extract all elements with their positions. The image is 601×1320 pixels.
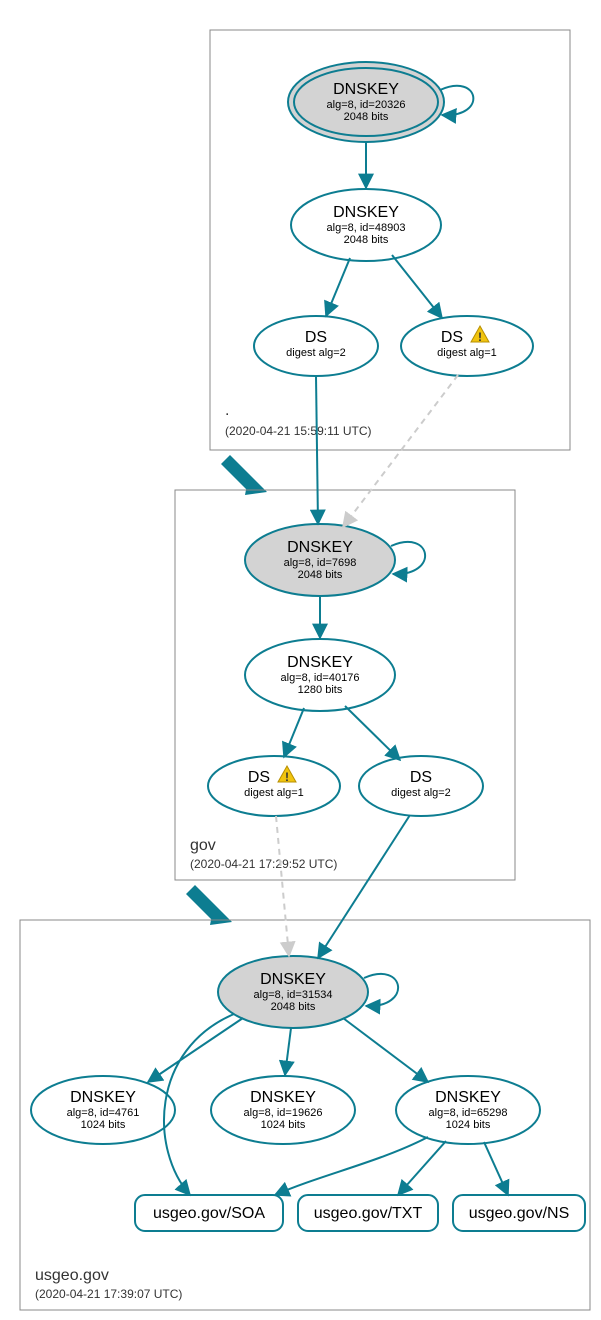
zone-root-ts: (2020-04-21 15:59:11 UTC) <box>225 424 372 438</box>
zone-usgeo-ts: (2020-04-21 17:39:07 UTC) <box>35 1287 182 1301</box>
edge-root-zsk-ds2 <box>326 258 350 316</box>
svg-text:alg=8, id=40176: alg=8, id=40176 <box>281 672 360 684</box>
node-rr-ns: usgeo.gov/NS <box>453 1195 585 1231</box>
node-gov-ds2: DS digest alg=2 <box>359 756 483 816</box>
node-usgeo-k3: DNSKEY alg=8, id=65298 1024 bits <box>396 1076 540 1144</box>
zone-gov: gov (2020-04-21 17:29:52 UTC) DNSKEY alg… <box>175 490 515 880</box>
edge-rootds1-govksk <box>343 375 458 527</box>
zone-usgeo-name: usgeo.gov <box>35 1267 109 1284</box>
node-root-ds2: DS digest alg=2 <box>254 316 378 376</box>
edge-gov-zsk-ds1 <box>284 708 304 757</box>
zone-gov-ts: (2020-04-21 17:29:52 UTC) <box>190 857 337 871</box>
edge-root-zsk-ds1 <box>392 255 442 318</box>
edge-k3-txt <box>398 1141 446 1195</box>
zone-root-name: . <box>225 402 229 419</box>
node-rr-soa: usgeo.gov/SOA <box>135 1195 283 1231</box>
svg-text:DNSKEY: DNSKEY <box>333 204 399 221</box>
svg-text:2048 bits: 2048 bits <box>298 569 343 581</box>
svg-text:alg=8, id=31534: alg=8, id=31534 <box>254 989 333 1001</box>
svg-text:digest alg=2: digest alg=2 <box>286 347 346 359</box>
svg-text:alg=8, id=48903: alg=8, id=48903 <box>327 222 406 234</box>
svg-text:digest alg=1: digest alg=1 <box>244 787 304 799</box>
node-root-ds1: DS digest alg=1 ! <box>401 316 533 376</box>
svg-text:DNSKEY: DNSKEY <box>435 1089 501 1106</box>
svg-text:alg=8, id=4761: alg=8, id=4761 <box>67 1107 140 1119</box>
svg-text:DNSKEY: DNSKEY <box>250 1089 316 1106</box>
edge-usgeo-ksk-k2 <box>285 1028 291 1075</box>
edge-root-ksk-self <box>440 86 473 115</box>
svg-text:usgeo.gov/SOA: usgeo.gov/SOA <box>153 1205 265 1222</box>
node-gov-zsk: DNSKEY alg=8, id=40176 1280 bits <box>245 639 395 711</box>
svg-text:1024 bits: 1024 bits <box>81 1119 126 1131</box>
svg-text:digest alg=1: digest alg=1 <box>437 347 497 359</box>
svg-text:DS: DS <box>248 769 270 786</box>
svg-text:digest alg=2: digest alg=2 <box>391 787 451 799</box>
zone-gov-name: gov <box>190 837 216 854</box>
edge-govds1-usgeoksk <box>276 816 289 956</box>
svg-text:!: ! <box>478 330 482 344</box>
svg-text:2048 bits: 2048 bits <box>344 111 389 123</box>
svg-text:DNSKEY: DNSKEY <box>260 971 326 988</box>
edge-usgeo-ksk-self <box>364 974 398 1006</box>
zone-usgeo: usgeo.gov (2020-04-21 17:39:07 UTC) DNSK… <box>20 920 590 1310</box>
dnssec-diagram: . (2020-04-21 15:59:11 UTC) DNSKEY alg=8… <box>0 0 601 1320</box>
node-rr-txt: usgeo.gov/TXT <box>298 1195 438 1231</box>
svg-text:2048 bits: 2048 bits <box>344 234 389 246</box>
svg-text:DS: DS <box>441 329 463 346</box>
edge-usgeo-ksk-k3 <box>343 1018 428 1082</box>
svg-text:alg=8, id=7698: alg=8, id=7698 <box>284 557 357 569</box>
svg-text:DNSKEY: DNSKEY <box>70 1089 136 1106</box>
svg-text:1024 bits: 1024 bits <box>446 1119 491 1131</box>
svg-text:2048 bits: 2048 bits <box>271 1001 316 1013</box>
zone-arrow-root-gov <box>221 455 267 495</box>
svg-text:DS: DS <box>305 329 327 346</box>
edge-k3-ns <box>484 1142 508 1195</box>
edge-govds2-usgeoksk <box>318 815 410 958</box>
edge-usgeo-ksk-k1 <box>148 1018 243 1082</box>
svg-text:alg=8, id=19626: alg=8, id=19626 <box>244 1107 323 1119</box>
svg-text:usgeo.gov/TXT: usgeo.gov/TXT <box>314 1205 423 1222</box>
node-usgeo-ksk: DNSKEY alg=8, id=31534 2048 bits <box>218 956 368 1028</box>
node-usgeo-k1: DNSKEY alg=8, id=4761 1024 bits <box>31 1076 175 1144</box>
svg-text:DNSKEY: DNSKEY <box>333 81 399 98</box>
svg-text:alg=8, id=65298: alg=8, id=65298 <box>429 1107 508 1119</box>
svg-text:!: ! <box>285 770 289 784</box>
svg-text:alg=8, id=20326: alg=8, id=20326 <box>327 99 406 111</box>
node-root-zsk: DNSKEY alg=8, id=48903 2048 bits <box>291 189 441 261</box>
svg-text:1280 bits: 1280 bits <box>298 684 343 696</box>
svg-text:usgeo.gov/NS: usgeo.gov/NS <box>469 1205 570 1222</box>
node-root-ksk: DNSKEY alg=8, id=20326 2048 bits <box>288 62 444 142</box>
node-gov-ksk: DNSKEY alg=8, id=7698 2048 bits <box>245 524 395 596</box>
svg-text:DNSKEY: DNSKEY <box>287 539 353 556</box>
svg-text:DS: DS <box>410 769 432 786</box>
edge-rootds2-govksk <box>316 376 318 524</box>
edge-gov-ksk-self <box>391 542 425 574</box>
zone-arrow-gov-usgeo <box>186 885 232 925</box>
svg-text:1024 bits: 1024 bits <box>261 1119 306 1131</box>
zone-root: . (2020-04-21 15:59:11 UTC) DNSKEY alg=8… <box>210 30 570 450</box>
node-gov-ds1: DS digest alg=1 ! <box>208 756 340 816</box>
node-usgeo-k2: DNSKEY alg=8, id=19626 1024 bits <box>211 1076 355 1144</box>
svg-text:DNSKEY: DNSKEY <box>287 654 353 671</box>
edge-gov-zsk-ds2 <box>345 706 400 760</box>
